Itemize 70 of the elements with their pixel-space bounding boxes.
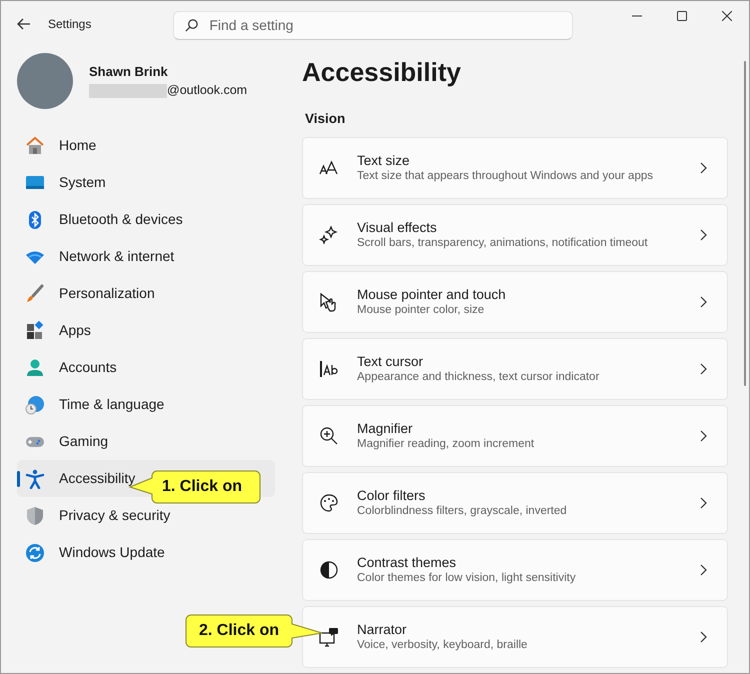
card-description: Scroll bars, transparency, animations, notification timeout: [357, 236, 649, 252]
settings-card[interactable]: Text size Text size that appears throughout Windows and your apps: [302, 137, 728, 200]
card-description: Text size that appears throughout Windows and your apps: [357, 169, 654, 184]
chevron-right-icon: [699, 631, 707, 644]
shield-icon: [25, 506, 45, 526]
card-description: Colorblindness filters, grayscale, inverted: [357, 504, 568, 520]
card-title: Color filters: [357, 487, 426, 504]
sidebar-item[interactable]: Home: [17, 127, 275, 164]
magnifier-icon: [319, 426, 339, 446]
card-title: Mouse pointer and touch: [357, 286, 507, 304]
sidebar-item[interactable]: Network & internet: [17, 238, 275, 275]
search-icon: [184, 18, 200, 32]
sidebar-item[interactable]: Bluetooth & devices: [17, 201, 275, 238]
chevron-right-icon: [699, 296, 707, 308]
sidebar-item[interactable]: Privacy & security: [17, 497, 275, 534]
maximize-icon: [676, 11, 686, 21]
sidebar-item[interactable]: Windows Update: [17, 534, 275, 571]
sparkles-icon: [319, 225, 339, 246]
contrast-icon: [319, 560, 339, 580]
sidebar-item[interactable]: Time & language: [17, 386, 275, 423]
card-title: Contrast themes: [357, 554, 458, 572]
page-title: Accessibility: [302, 56, 462, 89]
chevron-right-icon: [699, 229, 707, 242]
email-address: @outlook.com: [167, 82, 248, 100]
sidebar-item[interactable]: System: [17, 164, 275, 201]
chevron-right-icon: [699, 564, 707, 576]
paintbrush-icon: [25, 284, 45, 304]
settings-card[interactable]: Narrator Voice, verbosity, keyboard, braille: [302, 606, 728, 668]
scrollbar[interactable]: [744, 61, 746, 386]
sidebar-item[interactable]: Personalization: [17, 275, 275, 312]
card-title: Visual effects: [357, 219, 438, 236]
card-description: Appearance and thickness, text cursor indicator: [357, 370, 600, 386]
chevron-right-icon: [699, 497, 707, 510]
house-icon: [25, 136, 45, 156]
palette-icon: [319, 493, 339, 514]
settings-card[interactable]: Visual effects Scroll bars, transparency, animations, notification timeout: [302, 204, 728, 266]
settings-card[interactable]: Magnifier Magnifier reading, zoom increment: [302, 405, 728, 468]
sync-icon: [25, 542, 45, 562]
card-title: Magnifier: [357, 420, 414, 438]
search-input[interactable]: Find a setting: [207, 14, 562, 36]
person-icon: [25, 358, 45, 378]
close-icon: [722, 11, 732, 21]
callout-tooltip: 2. Click on: [185, 614, 323, 648]
monitor-speech-icon: [319, 627, 339, 648]
settings-card[interactable]: Mouse pointer and touch Mouse pointer color, size: [302, 271, 728, 334]
sidebar-item[interactable]: Apps: [17, 312, 275, 349]
settings-card[interactable]: Color filters Colorblindness filters, grayscale, inverted: [302, 472, 728, 534]
settings-card[interactable]: Contrast themes Color themes for low vision, light sensitivity: [302, 539, 728, 602]
back-arrow-icon[interactable]: [16, 16, 32, 32]
text-cursor-icon: [319, 359, 339, 380]
card-description: Voice, verbosity, keyboard, braille: [357, 638, 528, 654]
card-description: Color themes for low vision, light sensitivity: [357, 571, 577, 586]
section-heading: Vision: [305, 110, 346, 128]
accessibility-icon: [25, 468, 45, 488]
card-description: Mouse pointer color, size: [357, 303, 486, 318]
settings-card[interactable]: Text cursor Appearance and thickness, text cursor indicator: [302, 338, 728, 400]
apps-icon: [25, 320, 45, 340]
card-title: Narrator: [357, 621, 408, 638]
globe-clock-icon: [25, 394, 45, 414]
chevron-right-icon: [699, 162, 707, 174]
window-title: Settings: [48, 16, 92, 33]
card-title: Text cursor: [357, 353, 424, 370]
card-title: Text size: [357, 152, 411, 170]
chevron-right-icon: [699, 363, 707, 376]
sidebar-item[interactable]: Gaming: [17, 423, 275, 460]
user-name: Shawn Brink: [89, 62, 169, 81]
search-field[interactable]: Find a setting: [173, 10, 574, 40]
sidebar-item[interactable]: Accounts: [17, 349, 275, 386]
chevron-right-icon: [699, 430, 707, 442]
card-description: Magnifier reading, zoom increment: [357, 437, 536, 452]
